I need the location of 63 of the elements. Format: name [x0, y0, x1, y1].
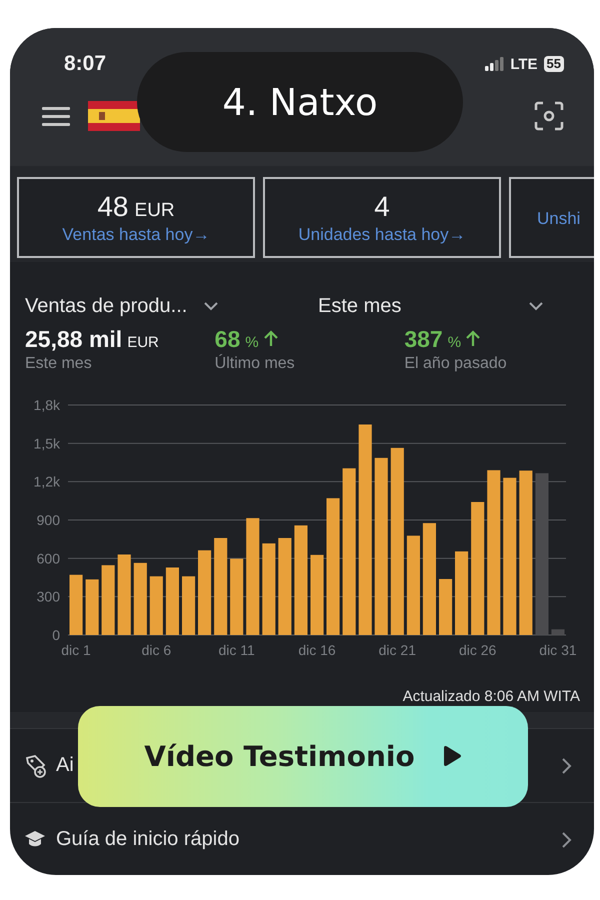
axis-label: dic 26: [458, 642, 496, 658]
axis-label: 900: [36, 512, 60, 528]
filter-dropdown[interactable]: Este mes: [318, 286, 544, 326]
chevron-right-icon: [561, 756, 572, 774]
filter-dropdown[interactable]: Ventas de produ...: [25, 286, 318, 326]
battery-level: 55: [544, 56, 564, 72]
updated-time: Actualizado 8:06 AM WITA: [402, 688, 581, 707]
axis-label: 0: [52, 627, 60, 643]
bar: [86, 579, 99, 635]
axis-label: 1,8k: [34, 397, 60, 413]
card-link[interactable]: Unshi: [537, 208, 580, 228]
bar: [182, 576, 196, 635]
bar: [70, 574, 83, 635]
stat-unit: %: [448, 334, 462, 351]
stat-value: 25,88 mil: [25, 326, 122, 353]
chevron-right-icon: [561, 830, 572, 848]
card-link[interactable]: Ventas hasta hoy→: [62, 224, 210, 244]
axis-label: dic 6: [142, 642, 172, 658]
axis-label: dic 21: [378, 642, 416, 658]
card-unit: EUR: [134, 200, 175, 222]
signal-icon: [485, 57, 504, 71]
axis-label: 1,2k: [34, 474, 60, 490]
tag-icon: [24, 754, 46, 778]
axis-label: dic 31: [539, 642, 577, 658]
axis-label: 1,5k: [34, 435, 60, 452]
menu-icon[interactable]: [42, 106, 70, 126]
axis-label: dic 11: [218, 642, 255, 658]
arrow-up-icon: [264, 330, 278, 347]
row-label[interactable]: Guía de inicio rápido: [56, 828, 240, 851]
bar: [102, 565, 115, 635]
flag-icon[interactable]: [88, 101, 140, 131]
card-link[interactable]: Unidades hasta hoy→: [298, 224, 466, 244]
dropdown-label: Ventas de produ...: [25, 294, 188, 318]
summary-card[interactable]: 4 Unidades hasta hoy→: [263, 177, 501, 258]
video-button[interactable]: Vídeo Testimonio: [78, 706, 528, 807]
stat-value: 68: [214, 326, 240, 353]
title-badge: 4. Natxo: [137, 52, 463, 152]
bar: [439, 579, 452, 635]
arrow-up-icon: [466, 330, 480, 347]
axis-label: 600: [36, 550, 60, 566]
row-label[interactable]: Ai: [56, 754, 74, 777]
card-value: 48: [97, 190, 129, 222]
stat-value: 387: [404, 326, 443, 353]
axis-label: dic 16: [298, 642, 336, 658]
summary-card[interactable]: 48 EUR Ventas hasta hoy→: [17, 177, 255, 258]
chevron-down-icon: [528, 301, 544, 311]
dropdown-label: Este mes: [318, 294, 402, 318]
stat-unit: %: [245, 334, 259, 351]
network-label: LTE: [510, 56, 538, 72]
stat-unit: EUR: [127, 334, 159, 351]
stat-caption: Este mes: [25, 355, 93, 373]
card-value: 4: [374, 190, 390, 222]
axis-label: 300: [36, 588, 60, 605]
bar: [551, 629, 564, 636]
bar: [150, 576, 163, 635]
chevron-down-icon: [203, 301, 220, 311]
status-time: 8:07: [64, 52, 108, 76]
bar: [166, 568, 179, 635]
axis-label: dic 1: [61, 642, 91, 658]
summary-card[interactable]: Unshi: [509, 177, 594, 258]
stat-caption: El año pasado: [404, 355, 508, 373]
stat-caption: Último mes: [214, 355, 296, 373]
scan-icon[interactable]: [534, 101, 564, 131]
